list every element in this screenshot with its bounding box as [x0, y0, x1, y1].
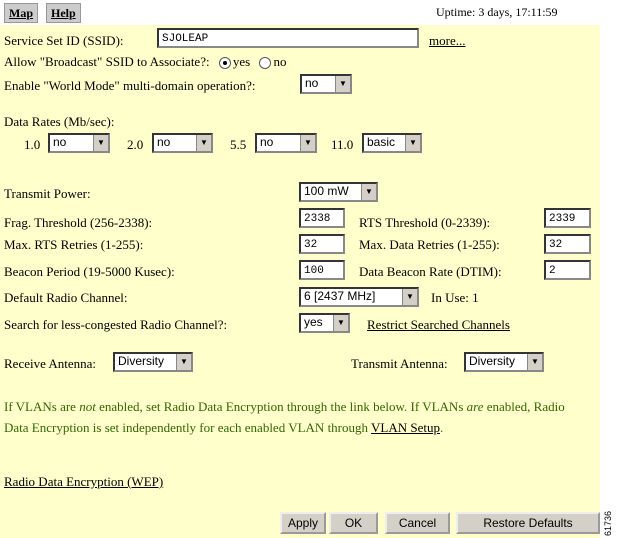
restore-defaults-button[interactable]: Restore Defaults	[456, 512, 600, 534]
cancel-button[interactable]: Cancel	[385, 512, 450, 534]
beacon-period-input[interactable]: 100	[299, 260, 345, 280]
channel-in-use: In Use: 1	[431, 290, 479, 305]
transmit-antenna-select[interactable]: Diversity ▼	[464, 352, 544, 372]
apply-button[interactable]: Apply	[280, 512, 326, 534]
ok-button[interactable]: OK	[329, 512, 378, 534]
data-rates-label: Data Rates (Mb/sec):	[4, 114, 115, 129]
wep-link[interactable]: Radio Data Encryption (WEP)	[4, 474, 163, 490]
rate-select-3[interactable]: no ▼	[255, 133, 317, 153]
rts-threshold-label: RTS Threshold (0-2339):	[359, 215, 491, 230]
chevron-down-icon: ▼	[335, 76, 350, 92]
max-data-label: Max. Data Retries (1-255):	[359, 237, 500, 252]
rate-select-4[interactable]: basic ▼	[362, 133, 422, 153]
radio-empty-icon	[259, 57, 272, 70]
broadcast-row: Allow "Broadcast" SSID to Associate?: ye…	[4, 54, 286, 70]
search-channel-label: Search for less-congested Radio Channel?…	[4, 317, 228, 332]
radio-selected-icon	[218, 57, 231, 70]
channel-label: Default Radio Channel:	[4, 290, 128, 305]
rate-label-3: 5.5	[230, 137, 247, 152]
vlan-setup-link[interactable]: VLAN Setup	[371, 420, 440, 435]
top-bar: Map Help Uptime: 3 days, 17:11:59	[0, 0, 600, 25]
receive-antenna-label: Receive Antenna:	[4, 356, 97, 371]
chevron-down-icon: ▼	[196, 135, 211, 151]
receive-antenna-select[interactable]: Diversity ▼	[113, 352, 193, 372]
broadcast-label: Allow "Broadcast" SSID to Associate?:	[4, 54, 210, 69]
ssid-label: Service Set ID (SSID):	[4, 33, 124, 48]
frag-threshold-label: Frag. Threshold (256-2338):	[4, 215, 153, 230]
chevron-down-icon: ▼	[300, 135, 315, 151]
more-link[interactable]: more...	[429, 33, 465, 49]
world-mode-label: Enable "World Mode" multi-domain operati…	[4, 78, 256, 93]
world-mode-select[interactable]: no ▼	[300, 74, 352, 94]
rate-select-2[interactable]: no ▼	[152, 133, 213, 153]
dtim-label: Data Beacon Rate (DTIM):	[359, 264, 502, 279]
vlan-message: If VLANs are not enabled, set Radio Data…	[4, 399, 565, 435]
broadcast-yes-radio[interactable]: yes	[218, 54, 250, 70]
channel-select[interactable]: 6 [2437 MHz] ▼	[299, 287, 419, 307]
rts-threshold-input[interactable]: 2339	[544, 208, 591, 228]
beacon-period-label: Beacon Period (19-5000 Kusec):	[4, 264, 175, 279]
chevron-down-icon: ▼	[405, 135, 420, 151]
restrict-channels-link[interactable]: Restrict Searched Channels	[367, 317, 510, 333]
dtim-input[interactable]: 2	[544, 260, 591, 280]
chevron-down-icon: ▼	[176, 354, 191, 370]
chevron-down-icon: ▼	[93, 135, 108, 151]
settings-panel	[0, 25, 600, 538]
ssid-input[interactable]: SJOLEAP	[157, 28, 419, 48]
uptime-text: Uptime: 3 days, 17:11:59	[436, 5, 558, 19]
transmit-power-select[interactable]: 100 mW ▼	[299, 182, 378, 202]
chevron-down-icon: ▼	[527, 354, 542, 370]
rate-label-4: 11.0	[331, 137, 354, 152]
transmit-power-label: Transmit Power:	[4, 186, 91, 201]
chevron-down-icon: ▼	[361, 184, 376, 200]
rate-select-1[interactable]: no ▼	[48, 133, 110, 153]
max-rts-label: Max. RTS Retries (1-255):	[4, 237, 144, 252]
frag-threshold-input[interactable]: 2338	[299, 208, 345, 228]
rate-label-1: 1.0	[24, 137, 41, 152]
figure-number: 61736	[603, 510, 613, 536]
chevron-down-icon: ▼	[402, 289, 417, 305]
chevron-down-icon: ▼	[333, 315, 348, 331]
search-channel-select[interactable]: yes ▼	[299, 313, 350, 333]
help-link[interactable]: Help	[46, 3, 81, 23]
max-rts-input[interactable]: 32	[299, 234, 345, 254]
rate-label-2: 2.0	[127, 137, 144, 152]
map-link[interactable]: Map	[4, 3, 38, 23]
broadcast-no-radio[interactable]: no	[259, 54, 286, 70]
max-data-input[interactable]: 32	[544, 234, 591, 254]
transmit-antenna-label: Transmit Antenna:	[351, 356, 448, 371]
